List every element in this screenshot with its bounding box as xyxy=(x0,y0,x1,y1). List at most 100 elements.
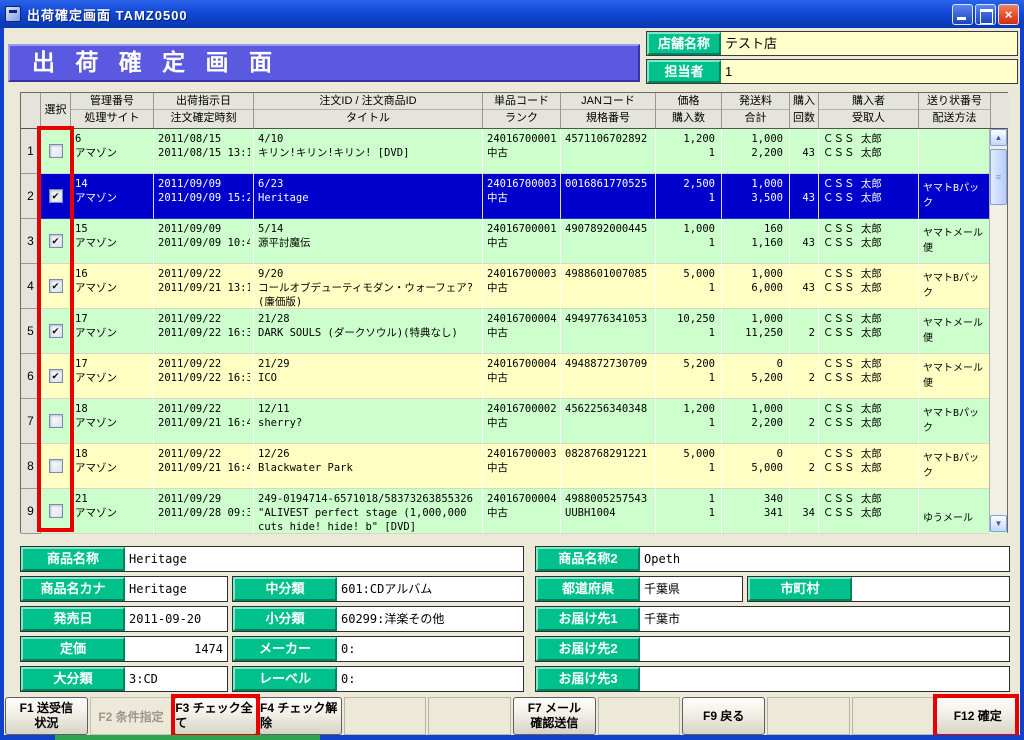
cell-times: 2 xyxy=(790,354,819,399)
cell-line-2: 2,200 xyxy=(726,146,786,160)
cell-line-2: アマゾン xyxy=(75,416,150,430)
cell-line-2: 1 xyxy=(660,326,718,340)
cell-ship_date: 2011/09/222011/09/21 16:46 xyxy=(154,444,254,489)
cell-line-1: 1,000 xyxy=(660,222,718,236)
row-checkbox[interactable]: ✔ xyxy=(49,324,63,338)
button-label-line: 確認送信 xyxy=(530,716,578,731)
field-value[interactable]: 0: xyxy=(337,637,523,661)
row-checkbox[interactable]: ✔ xyxy=(49,279,63,293)
function-key-slot xyxy=(428,697,511,735)
field-label: お届け先3 xyxy=(536,667,640,691)
scroll-down-icon[interactable]: ▼ xyxy=(990,515,1007,532)
store-name-value[interactable]: テスト店 xyxy=(721,32,1017,55)
cell-line-1: 2,500 xyxy=(660,177,718,191)
function-key-slot: F1 送受信状況 xyxy=(5,697,88,735)
column-header-top-label: JANコード xyxy=(561,93,655,110)
field-value[interactable]: 3:CD xyxy=(125,667,227,691)
row-checkbox[interactable]: ✔ xyxy=(49,369,63,383)
cell-line-2: 2011/09/22 16:32 xyxy=(158,371,250,385)
row-number: 9 xyxy=(21,489,41,534)
table-row[interactable]: 718アマゾン2011/09/222011/09/21 16:4612/11sh… xyxy=(21,399,1007,444)
cell-line-2: アマゾン xyxy=(75,326,150,340)
column-header: 発送料合計 xyxy=(722,93,790,128)
form-field-group: お届け先3 xyxy=(535,666,1010,692)
column-header: 購入回数 xyxy=(790,93,819,128)
vertical-scrollbar[interactable]: ▲ ≡ ▼ xyxy=(989,129,1007,532)
table-row[interactable]: 4✔16アマゾン2011/09/222011/09/21 13:119/20コー… xyxy=(21,264,1007,309)
field-label: 商品名カナ xyxy=(21,577,125,601)
field-value[interactable] xyxy=(640,637,1009,661)
button-label-line: F4 チェック解除 xyxy=(260,701,341,731)
cell-line-2: アマゾン xyxy=(75,281,150,295)
cell-ship_date: 2011/09/222011/09/22 16:32 xyxy=(154,354,254,399)
cell-ship_date: 2011/09/222011/09/21 16:46 xyxy=(154,399,254,444)
field-label: 商品名称 xyxy=(21,547,125,571)
field-value[interactable]: Heritage xyxy=(125,577,227,601)
cell-line-2: 2011/08/15 13:11 xyxy=(158,146,250,160)
field-value[interactable]: 千葉市 xyxy=(640,607,1009,631)
f3-button[interactable]: F3 チェック全て xyxy=(174,697,257,735)
field-value[interactable]: 601:CDアルバム xyxy=(337,577,523,601)
cell-line-2: ＣＳＳ 太郎 xyxy=(823,281,915,295)
cell-line-1: 12/11 xyxy=(258,402,479,416)
row-checkbox[interactable]: ✔ xyxy=(49,234,63,248)
row-checkbox[interactable]: ✔ xyxy=(49,189,63,203)
scrollbar-thumb[interactable]: ≡ xyxy=(990,149,1007,205)
cell-line-1: 1,000 xyxy=(726,177,786,191)
cell-line-1: 1,200 xyxy=(660,132,718,146)
cell-line-2: 2,200 xyxy=(726,416,786,430)
form-row: 商品名カナHeritage中分類601:CDアルバム xyxy=(20,576,526,602)
field-value[interactable]: 2011-09-20 xyxy=(125,607,227,631)
cell-line-1: 4/10 xyxy=(258,132,479,146)
cell-line-2: Heritage xyxy=(258,191,479,205)
table-row[interactable]: 818アマゾン2011/09/222011/09/21 16:4612/26Bl… xyxy=(21,444,1007,489)
table-row[interactable]: 2✔14アマゾン2011/09/092011/09/09 15:236/23He… xyxy=(21,174,1007,219)
f4-button[interactable]: F4 チェック解除 xyxy=(259,697,342,735)
cell-times: 43 xyxy=(790,129,819,174)
cell-line-1: 240167000031 xyxy=(487,267,557,281)
app-window: 出荷確定画面 TAMZ0500 × 出 荷 確 定 画 面 店舗名称 テスト店 … xyxy=(0,0,1024,740)
scroll-up-icon[interactable]: ▲ xyxy=(990,129,1007,146)
field-value[interactable]: Opeth xyxy=(640,547,1009,571)
f7-button[interactable]: F7 メール確認送信 xyxy=(513,697,596,735)
f9-button[interactable]: F9 戻る xyxy=(682,697,765,735)
field-value[interactable] xyxy=(640,667,1009,691)
cell-item_code: 240167000031中古 xyxy=(483,264,561,309)
field-label: 商品名称2 xyxy=(536,547,640,571)
table-row[interactable]: 5✔17アマゾン2011/09/222011/09/22 16:3221/28D… xyxy=(21,309,1007,354)
minimize-button[interactable] xyxy=(952,4,973,25)
field-value[interactable]: Heritage xyxy=(125,547,523,571)
field-value[interactable]: 1474 xyxy=(125,637,227,661)
field-value[interactable]: 0: xyxy=(337,667,523,691)
cell-line-2: ＣＳＳ 太郎 xyxy=(823,191,915,205)
f12-button[interactable]: F12 確定 xyxy=(936,697,1019,735)
row-checkbox[interactable] xyxy=(49,504,63,518)
form-field-group: 商品名カナHeritage xyxy=(20,576,228,602)
cell-line-2: 2011/09/09 15:23 xyxy=(158,191,250,205)
close-button[interactable]: × xyxy=(998,4,1019,25)
function-key-slot xyxy=(767,697,850,735)
cell-line-2: 5,200 xyxy=(726,371,786,385)
cell-line-2: 2011/09/09 10:43 xyxy=(158,236,250,250)
table-row[interactable]: 6✔17アマゾン2011/09/222011/09/22 16:3221/29I… xyxy=(21,354,1007,399)
field-value[interactable] xyxy=(852,577,1009,601)
table-row[interactable]: 921アマゾン2011/09/292011/09/28 09:35249-019… xyxy=(21,489,1007,534)
f1-button[interactable]: F1 送受信状況 xyxy=(5,697,88,735)
row-checkbox[interactable] xyxy=(49,414,63,428)
cell-price: 5,0001 xyxy=(656,444,722,489)
column-header: 購入者受取人 xyxy=(819,93,919,128)
cell-price: 2,5001 xyxy=(656,174,722,219)
field-value[interactable]: 千葉県 xyxy=(640,577,742,601)
cell-jan: 4988601007085 xyxy=(561,264,656,309)
staff-value[interactable]: 1 xyxy=(721,60,1017,83)
cell-fee: 340341 xyxy=(722,489,790,534)
row-checkbox[interactable] xyxy=(49,144,63,158)
table-row[interactable]: 3✔15アマゾン2011/09/092011/09/09 10:435/14源平… xyxy=(21,219,1007,264)
cell-line-1: 2011/09/22 xyxy=(158,357,250,371)
cell-line-2: アマゾン xyxy=(75,191,150,205)
table-row[interactable]: 16アマゾン2011/08/152011/08/15 13:114/10キリン!… xyxy=(21,129,1007,174)
row-checkbox[interactable] xyxy=(49,459,63,473)
cell-line-2: 341 xyxy=(726,506,786,520)
field-value[interactable]: 60299:洋楽その他 xyxy=(337,607,523,631)
maximize-button[interactable] xyxy=(975,4,996,25)
